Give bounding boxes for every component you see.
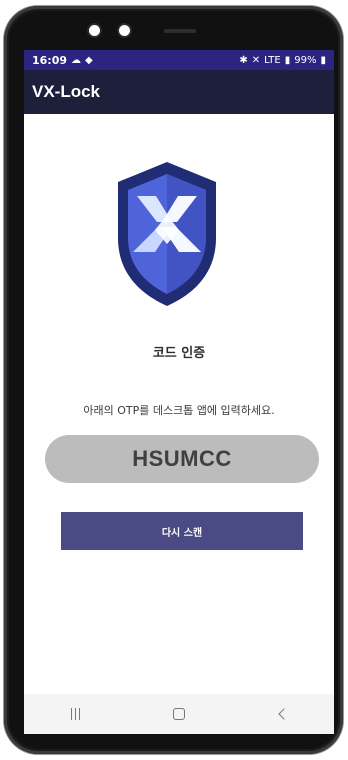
home-button[interactable] bbox=[159, 698, 199, 730]
android-navigation-bar bbox=[24, 694, 334, 734]
battery-percent: 99% bbox=[294, 54, 317, 66]
status-bar: 16:09 ☁ ◆ ✱ ✕ LTE ▮ 99% ▮ bbox=[24, 50, 334, 70]
otp-screen-content: 코드 인증 아래의 OTP를 데스크톱 앱에 입력하세요. HSUMCC 다시 … bbox=[24, 114, 334, 694]
bluetooth-icon: ✱ bbox=[239, 54, 248, 66]
otp-code: HSUMCC bbox=[132, 446, 232, 471]
status-right-group: ✱ ✕ LTE ▮ 99% ▮ bbox=[239, 55, 326, 66]
verification-heading: 코드 인증 bbox=[152, 346, 206, 361]
app-title: VX-Lock bbox=[32, 82, 101, 101]
phone-screen: 16:09 ☁ ◆ ✱ ✕ LTE ▮ 99% ▮ VX-Lock 코드 인증 … bbox=[24, 50, 334, 734]
rescan-button[interactable]: 다시 스캔 bbox=[61, 512, 303, 550]
signal-icon: ▮ bbox=[284, 54, 291, 66]
device-frame: 16:09 ☁ ◆ ✱ ✕ LTE ▮ 99% ▮ VX-Lock 코드 인증 … bbox=[4, 6, 343, 754]
status-left-group: 16:09 ☁ ◆ bbox=[32, 54, 93, 67]
recents-button[interactable] bbox=[56, 698, 96, 730]
otp-instruction: 아래의 OTP를 데스크톱 앱에 입력하세요. bbox=[83, 404, 275, 417]
shield-x-logo-icon bbox=[118, 162, 216, 306]
recents-icon bbox=[71, 708, 81, 720]
back-button[interactable] bbox=[262, 698, 302, 730]
network-type: LTE bbox=[264, 54, 281, 66]
speaker-grille bbox=[164, 29, 196, 33]
otp-display: HSUMCC bbox=[45, 435, 319, 483]
home-icon bbox=[172, 708, 185, 720]
back-icon bbox=[278, 708, 290, 720]
status-time: 16:09 bbox=[32, 53, 68, 67]
front-camera-icon bbox=[89, 25, 100, 36]
app-bar: VX-Lock bbox=[24, 70, 334, 114]
cloud-icon: ☁ bbox=[71, 54, 82, 66]
mute-icon: ✕ bbox=[251, 54, 261, 66]
battery-icon: ▮ bbox=[320, 54, 326, 66]
sensor-icon bbox=[119, 25, 130, 36]
diamond-icon: ◆ bbox=[85, 54, 93, 66]
